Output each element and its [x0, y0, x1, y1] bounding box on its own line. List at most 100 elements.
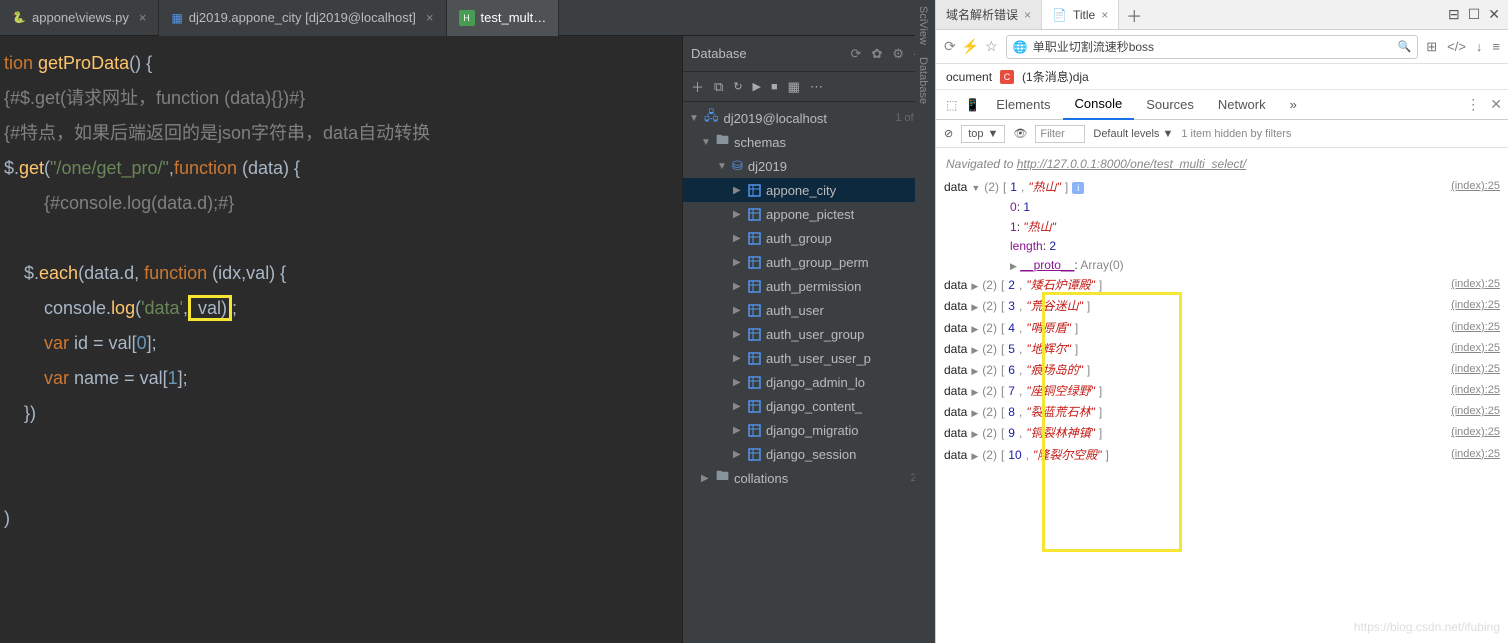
levels-selector[interactable]: Default levels ▼: [1093, 128, 1173, 140]
highlight-box: val): [188, 295, 232, 321]
flash-icon[interactable]: ⚡: [962, 38, 979, 55]
tab-views-py[interactable]: 🐍 appone\views.py ×: [0, 0, 159, 36]
device-icon[interactable]: 📱: [965, 98, 980, 112]
console-row[interactable]: data ▶ (2) [3, "荒谷迷山"](index):25: [938, 296, 1506, 317]
browser-tabs: 域名解析错误 × 📄 Title × ＋ ⊟ ☐ ✕: [936, 0, 1508, 30]
source-link[interactable]: (index):25: [1451, 319, 1500, 338]
gear-icon[interactable]: ⚙: [892, 46, 904, 62]
bookmark-link[interactable]: (1条消息)dja: [1022, 68, 1089, 85]
eye-icon[interactable]: 👁: [1013, 127, 1027, 140]
table-node[interactable]: ▶django_content_: [683, 394, 935, 418]
console-row[interactable]: data ▶ (2) [10, "隆裂尔空殿"](index):25: [938, 445, 1506, 466]
apps-icon[interactable]: ⊞: [1426, 39, 1437, 55]
table-node[interactable]: ▶auth_user_user_p: [683, 346, 935, 370]
source-link[interactable]: (index):25: [1451, 424, 1500, 443]
settings-icon[interactable]: ✿: [871, 46, 882, 62]
browser-tab-title[interactable]: 📄 Title ×: [1042, 0, 1119, 29]
code-icon[interactable]: </>: [1447, 39, 1466, 55]
tab-test-multi[interactable]: H test_mult…: [447, 0, 560, 36]
inspect-icon[interactable]: ⬚: [946, 98, 957, 112]
filter-input[interactable]: Filter: [1035, 125, 1085, 143]
table-node[interactable]: ▶auth_user: [683, 298, 935, 322]
database-tab[interactable]: Database: [915, 51, 931, 110]
browser-tab-error[interactable]: 域名解析错误 ×: [936, 0, 1042, 29]
close-icon[interactable]: ×: [426, 10, 434, 25]
url-text: 单职业切割流速秒boss: [1033, 38, 1154, 55]
source-link[interactable]: (index):25: [1451, 382, 1500, 401]
table-node[interactable]: ▶django_admin_lo: [683, 370, 935, 394]
table-node[interactable]: ▶auth_user_group: [683, 322, 935, 346]
sciview-tab[interactable]: SciView: [915, 36, 931, 51]
context-selector[interactable]: top ▼: [961, 125, 1005, 143]
table-node[interactable]: ▶django_session: [683, 442, 935, 466]
close-icon[interactable]: ×: [1101, 8, 1108, 22]
table-node[interactable]: ▶auth_group_perm: [683, 250, 935, 274]
table-icon: [748, 184, 761, 197]
source-link[interactable]: (index):25: [1451, 178, 1500, 197]
console-row[interactable]: data ▶ (2) [5, "地辉尔"](index):25: [938, 339, 1506, 360]
url-input[interactable]: 🌐 单职业切割流速秒boss 🔍: [1006, 35, 1418, 59]
tab-network[interactable]: Network: [1206, 90, 1278, 120]
collations-node[interactable]: ▶🖿 collations 271: [683, 466, 935, 490]
menu-icon[interactable]: ≡: [1492, 39, 1500, 55]
download-icon[interactable]: ↓: [1476, 39, 1483, 55]
table-icon: [748, 208, 761, 221]
table-node[interactable]: ▶auth_group: [683, 226, 935, 250]
tab-console[interactable]: Console: [1063, 90, 1135, 120]
console-toolbar: ⊘ top ▼ 👁 Filter Default levels ▼ 1 item…: [936, 120, 1508, 148]
run-icon[interactable]: ▶: [753, 80, 761, 93]
table-node[interactable]: ▶django_migratio: [683, 418, 935, 442]
tab-more[interactable]: »: [1278, 90, 1309, 120]
code-editor[interactable]: tion getProData() { {#$.get(请求网址，functio…: [0, 36, 682, 643]
table-node[interactable]: ▶appone_city: [683, 178, 935, 202]
db-toolbar: ＋ ⧉ ↻ ▶ ■ ▦ ⋯: [683, 72, 935, 102]
search-icon[interactable]: 🔍: [1398, 40, 1412, 53]
source-link[interactable]: (index):25: [1451, 340, 1500, 359]
new-tab-button[interactable]: ＋: [1119, 0, 1149, 29]
source-link[interactable]: (index):25: [1451, 361, 1500, 380]
table-node[interactable]: ▶appone_pictest: [683, 202, 935, 226]
console-row[interactable]: data ▼ (2) [1, "热山"] i (index):25: [938, 177, 1506, 198]
database-panel: Database ⟳ ✿ ⚙ — ＋ ⧉ ↻ ▶ ■ ▦ ⋯ ▼🖧: [682, 36, 935, 643]
source-link[interactable]: (index):25: [1451, 297, 1500, 316]
schemas-node[interactable]: ▼🖿 schemas 1: [683, 130, 935, 154]
console-row[interactable]: data ▶ (2) [7, "座铜空绿野"](index):25: [938, 381, 1506, 402]
close-icon[interactable]: ✕: [1488, 6, 1500, 23]
close-devtools-icon[interactable]: ✕: [1490, 96, 1502, 113]
source-link[interactable]: (index):25: [1451, 403, 1500, 422]
settings-icon[interactable]: ⋮: [1466, 96, 1480, 113]
clear-icon[interactable]: ⊘: [944, 127, 953, 140]
db-connection-node[interactable]: ▼🖧 dj2019@localhost 1 of 12: [683, 106, 935, 130]
ide-panel: 🐍 appone\views.py × ▦ dj2019.appone_city…: [0, 0, 935, 643]
close-icon[interactable]: ×: [139, 10, 147, 25]
more-icon[interactable]: ⋯: [810, 79, 823, 95]
db-tree[interactable]: ▼🖧 dj2019@localhost 1 of 12 ▼🖿 schemas 1…: [683, 102, 935, 643]
tab-elements[interactable]: Elements: [984, 90, 1062, 120]
tab-appone-city[interactable]: ▦ dj2019.appone_city [dj2019@localhost] …: [159, 0, 446, 36]
add-icon[interactable]: ＋: [691, 77, 704, 96]
minimize-icon[interactable]: ⊟: [1448, 6, 1460, 23]
console-output[interactable]: Navigated to http://127.0.0.1:8000/one/t…: [936, 148, 1508, 643]
tab-sources[interactable]: Sources: [1134, 90, 1206, 120]
stop-icon[interactable]: ■: [771, 81, 778, 93]
source-link[interactable]: (index):25: [1451, 276, 1500, 295]
console-row[interactable]: data ▶ (2) [4, "哨原盾"](index):25: [938, 318, 1506, 339]
info-icon[interactable]: i: [1072, 182, 1084, 194]
close-icon[interactable]: ×: [1024, 8, 1031, 22]
star-icon[interactable]: ☆: [985, 38, 998, 55]
refresh-icon[interactable]: ↻: [733, 80, 742, 93]
copy-icon[interactable]: ⧉: [714, 79, 723, 95]
schema-dj2019[interactable]: ▼⛁ dj2019: [683, 154, 935, 178]
sync-icon[interactable]: ⟳: [851, 46, 862, 62]
nav-url[interactable]: http://127.0.0.1:8000/one/test_multi_sel…: [1017, 157, 1247, 171]
console-row[interactable]: data ▶ (2) [6, "痕场岛的"](index):25: [938, 360, 1506, 381]
table-node[interactable]: ▶auth_permission: [683, 274, 935, 298]
refresh-icon[interactable]: ⟳: [944, 38, 956, 55]
console-row[interactable]: data ▶ (2) [8, "裂蓝荒石林"](index):25: [938, 402, 1506, 423]
table-icon[interactable]: ▦: [788, 79, 800, 95]
source-link[interactable]: (index):25: [1451, 446, 1500, 465]
maximize-icon[interactable]: ☐: [1468, 6, 1481, 23]
console-row[interactable]: data ▶ (2) [9, "铜裂林神镇"](index):25: [938, 423, 1506, 444]
table-icon: [748, 280, 761, 293]
console-row[interactable]: data ▶ (2) [2, "矮石炉谭殿"](index):25: [938, 275, 1506, 296]
